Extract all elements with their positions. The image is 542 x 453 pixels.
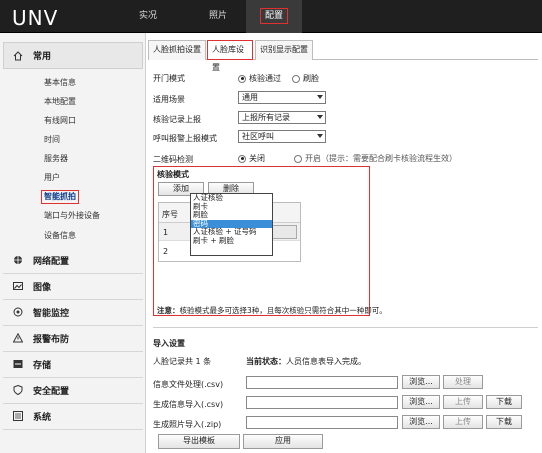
tab-recognition-display[interactable]: 识别显示配置 [255, 40, 313, 60]
col-header-no: 序号 [162, 210, 178, 219]
import-title: 导入设置 [153, 339, 185, 348]
record-count: 人脸记录共 1 条 [153, 357, 212, 366]
sidebar-section-common[interactable]: 常用 [3, 42, 143, 69]
verify-mode-title: 核验模式 [157, 170, 189, 179]
info-import-path[interactable] [246, 396, 398, 409]
dropdown-option[interactable]: 刷卡 + 刷脸 [191, 236, 272, 246]
sidebar-item-ports-devices[interactable]: 端口与外接设备 [44, 209, 100, 223]
system-icon [13, 411, 23, 421]
door-mode-face-radio[interactable]: 刷脸 [292, 73, 319, 84]
intercom-mode-select[interactable]: 社区呼叫 [238, 130, 326, 143]
info-file-path[interactable] [246, 376, 398, 389]
nav-tab-live[interactable]: 实况 [120, 0, 176, 33]
qr-detect-label: 二维码检测 [153, 155, 193, 164]
apply-button[interactable]: 应用 [243, 434, 323, 449]
sidebar-item-wired-port[interactable]: 有线网口 [44, 114, 76, 128]
sidebar-section-image[interactable]: 图像 [3, 273, 143, 300]
warning-icon [12, 332, 24, 343]
sidebar-item-time[interactable]: 时间 [44, 133, 60, 147]
sidebar: 常用 基本信息 本地配置 有线网口 时间 服务器 用户 智能抓拍 端口与外接设备… [0, 33, 146, 453]
sidebar-section-alarm[interactable]: 报警布防 [3, 325, 143, 352]
scene-label: 适用场景 [153, 95, 185, 104]
sidebar-section-network[interactable]: 网络配置 [3, 247, 143, 274]
shield-icon [13, 384, 23, 396]
tab-face-capture[interactable]: 人脸抓拍设置 [148, 40, 206, 60]
upload-button[interactable]: 上传 [443, 415, 483, 429]
info-file-label: 信息文件处理(.csv) [153, 380, 224, 389]
qr-on-radio[interactable]: 开启（提示：需要配合刷卡核验流程生效） [294, 153, 457, 164]
record-report-select[interactable]: 上报所有记录 [238, 111, 326, 124]
download-button[interactable]: 下载 [486, 395, 522, 409]
door-mode-verify-radio[interactable]: 核验通过 [238, 73, 281, 84]
browse-button[interactable]: 浏览... [402, 395, 440, 409]
nav-tab-photo[interactable]: 照片 [190, 0, 246, 33]
sidebar-item-user[interactable]: 用户 [44, 171, 60, 185]
photo-import-label: 生成照片导入(.zip) [153, 420, 222, 429]
row-index: 2 [163, 247, 169, 256]
tab-face-library[interactable]: 人脸库设置 [207, 40, 253, 72]
brain-icon [13, 307, 23, 317]
info-import-label: 生成信息导入(.csv) [153, 400, 224, 409]
export-template-button[interactable]: 导出模板 [158, 434, 240, 449]
sidebar-item-smart-capture[interactable]: 智能抓拍 [41, 190, 79, 204]
verify-mode-dropdown[interactable]: 人证核验 刷卡 刷脸 密码 人证核验 + 证号码 刷卡 + 刷脸 [190, 193, 273, 256]
door-mode-label: 开门模式 [153, 74, 185, 83]
download-button[interactable]: 下载 [486, 415, 522, 429]
process-button[interactable]: 处理 [443, 375, 483, 389]
sidebar-section-smart-monitor[interactable]: 智能监控 [3, 299, 143, 326]
sidebar-section-storage[interactable]: 存储 [3, 351, 143, 378]
record-report-label: 核验记录上报 [153, 115, 201, 124]
nav-tab-config[interactable]: 配置 [246, 0, 302, 33]
top-bar: UNV 实况 照片 配置 [0, 0, 542, 33]
chevron-down-icon [317, 115, 323, 119]
image-icon [13, 281, 23, 291]
row-index: 1 [163, 228, 169, 237]
brand-logo: UNV [12, 6, 59, 30]
home-icon [13, 50, 23, 61]
qr-off-radio[interactable]: 关闭 [238, 153, 265, 164]
browse-button[interactable]: 浏览... [402, 415, 440, 429]
photo-import-path[interactable] [246, 416, 398, 429]
sidebar-item-basic-info[interactable]: 基本信息 [44, 76, 76, 90]
chevron-down-icon [317, 134, 323, 138]
verify-note: 注意：核验模式最多可选择3种，且每次核验只需符合其中一种即可。 [157, 306, 387, 315]
chevron-down-icon [317, 95, 323, 99]
sidebar-item-local-config[interactable]: 本地配置 [44, 95, 76, 109]
sidebar-section-system[interactable]: 系统 [3, 403, 143, 430]
content-tabs: 人脸抓拍设置 人脸库设置 识别显示配置 [148, 40, 538, 72]
divider [153, 327, 538, 328]
sidebar-item-device-info[interactable]: 设备信息 [44, 229, 76, 243]
storage-icon [13, 359, 23, 369]
sidebar-section-security[interactable]: 安全配置 [3, 377, 143, 404]
intercom-mode-label: 呼叫报警上报模式 [153, 134, 217, 143]
scene-select[interactable]: 通用 [238, 91, 326, 104]
upload-button[interactable]: 上传 [443, 395, 483, 409]
browse-button[interactable]: 浏览... [402, 375, 440, 389]
sidebar-item-server[interactable]: 服务器 [44, 152, 68, 166]
globe-icon [13, 255, 23, 265]
import-status: 当前状态：人员信息表导入完成。 [246, 357, 366, 366]
